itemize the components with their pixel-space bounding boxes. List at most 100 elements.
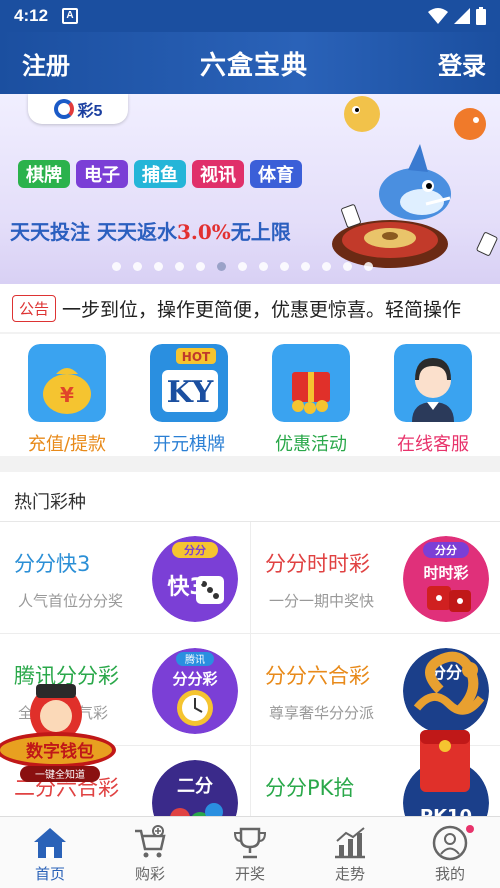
- game-desc: 人气首位分分奖: [18, 592, 124, 610]
- signal-icon: [454, 8, 470, 24]
- banner-dot[interactable]: [217, 262, 226, 271]
- tab-label: 我的: [434, 865, 465, 883]
- bottom-tab-bar: 首页 购彩 开奖 走势 我的: [0, 816, 500, 888]
- digital-wallet-float-icon[interactable]: 数字钱包 一键全知道: [0, 680, 138, 792]
- banner-tag: 视讯: [192, 160, 244, 188]
- svg-text:分分彩: 分分彩: [172, 670, 217, 688]
- red-packet-float-icon[interactable]: [400, 650, 500, 800]
- status-bar: 4:12 A: [0, 0, 500, 32]
- game-name: 分分六合彩: [265, 664, 370, 688]
- banner-dot[interactable]: [154, 262, 163, 271]
- notice-bar[interactable]: 公告 一步到位，操作更简便，优惠更惊喜。轻简操作: [0, 284, 500, 332]
- quick-link-deposit[interactable]: ¥ 充值/提款: [12, 344, 122, 456]
- home-icon: [34, 828, 66, 858]
- banner-dot[interactable]: [133, 262, 142, 271]
- tab-buy[interactable]: 购彩: [100, 817, 200, 888]
- promo-banner[interactable]: 彩5 棋牌 电子 捕鱼 视讯 体育 天天投注 天天返水3.0%无上限: [0, 94, 500, 284]
- svg-text:¥: ¥: [60, 383, 74, 407]
- money-bag-icon: ¥: [28, 344, 106, 422]
- user-icon: [432, 825, 468, 861]
- quick-link-promotions[interactable]: 优惠活动: [256, 344, 366, 456]
- svg-text:一键全知道: 一键全知道: [35, 768, 85, 781]
- notification-dot: [466, 825, 474, 833]
- alarm-clock-icon: 腾讯 分分彩: [152, 648, 238, 734]
- banner-tags: 棋牌 电子 捕鱼 视讯 体育: [18, 160, 302, 188]
- game-name: 分分PK拾: [265, 776, 355, 800]
- svg-text:HOT: HOT: [182, 350, 211, 364]
- banner-dot[interactable]: [364, 262, 373, 271]
- quick-link-support[interactable]: 在线客服: [378, 344, 488, 456]
- brand-logo: 彩5: [28, 94, 128, 124]
- game-fenfen-k3[interactable]: 分分快3 人气首位分分奖 分分 快3: [0, 522, 250, 634]
- page-title: 六盒宝典: [199, 50, 308, 81]
- quick-link-ky-chess[interactable]: HOT KY 开元棋牌: [134, 344, 244, 456]
- notification-a-icon: A: [62, 8, 79, 24]
- lottery-balls-icon: 二分: [152, 760, 238, 816]
- hot-games-header: 热门彩种: [0, 472, 500, 522]
- notice-badge: 公告: [12, 294, 57, 322]
- quick-link-label: 在线客服: [397, 434, 469, 455]
- quick-link-label: 开元棋牌: [153, 434, 225, 455]
- banner-dot[interactable]: [301, 262, 310, 271]
- svg-text:腾讯: 腾讯: [185, 653, 205, 666]
- app-header: 注册 六盒宝典 登录: [0, 32, 500, 94]
- quick-link-label: 优惠活动: [275, 434, 347, 455]
- shark-roulette-illustration: [332, 96, 498, 268]
- svg-text:KY: KY: [167, 375, 214, 410]
- game-desc: 尊享奢华分分派: [269, 704, 375, 722]
- banner-dot[interactable]: [322, 262, 331, 271]
- slogan-rate: 3.0%: [176, 220, 231, 244]
- svg-text:时时彩: 时时彩: [423, 564, 468, 582]
- slogan-c: 无上限: [230, 220, 291, 244]
- banner-pagination[interactable]: [112, 262, 373, 271]
- banner-dot[interactable]: [280, 262, 289, 271]
- status-time: 4:12: [14, 6, 49, 25]
- battery-icon: [476, 7, 486, 25]
- ssc-dice-icon: 分分 时时彩: [403, 536, 489, 622]
- tab-label: 首页: [34, 865, 65, 883]
- banner-tag: 体育: [250, 160, 302, 188]
- section-title: 热门彩种: [14, 492, 86, 513]
- tab-label: 购彩: [134, 865, 165, 883]
- banner-dot[interactable]: [112, 262, 121, 271]
- quick-links: ¥ 充值/提款 HOT KY 开元棋牌 优惠活动 在线客服: [0, 334, 500, 456]
- wifi-icon: [428, 8, 448, 24]
- game-name: 分分时时彩: [265, 552, 370, 576]
- tab-label: 走势: [334, 865, 365, 883]
- login-button[interactable]: 登录: [438, 46, 486, 81]
- notice-text: 一步到位，操作更简便，优惠更惊喜。轻简操作: [62, 298, 462, 321]
- svg-text:快3: 快3: [167, 575, 204, 600]
- svg-text:数字钱包: 数字钱包: [26, 741, 94, 762]
- banner-dot[interactable]: [196, 262, 205, 271]
- banner-dot[interactable]: [259, 262, 268, 271]
- slogan-a: 天天投注 天天返水: [10, 220, 177, 244]
- tab-label: 开奖: [234, 865, 265, 883]
- svg-text:PK10: PK10: [420, 806, 472, 816]
- banner-tag: 捕鱼: [134, 160, 186, 188]
- banner-tag: 棋牌: [18, 160, 70, 188]
- banner-dot[interactable]: [175, 262, 184, 271]
- chart-icon: [335, 827, 365, 859]
- banner-slogan: 天天投注 天天返水3.0%无上限: [10, 216, 291, 245]
- tab-draw[interactable]: 开奖: [200, 817, 300, 888]
- register-button[interactable]: 注册: [22, 46, 70, 81]
- support-agent-icon: [394, 344, 472, 422]
- logo-text: 彩5: [77, 103, 103, 120]
- game-name: 分分快3: [14, 552, 91, 576]
- gift-icon: [272, 344, 350, 422]
- trophy-icon: [233, 827, 267, 859]
- ky-hot-icon: HOT KY: [150, 344, 228, 422]
- tab-mine[interactable]: 我的: [400, 817, 500, 888]
- game-fenfen-ssc[interactable]: 分分时时彩 一分一期中奖快 分分 时时彩: [250, 522, 500, 634]
- logo-ring-icon: [53, 99, 74, 119]
- svg-text:分分: 分分: [184, 543, 206, 557]
- game-desc: 一分一期中奖快: [269, 592, 375, 610]
- svg-text:二分: 二分: [177, 776, 213, 797]
- banner-dot[interactable]: [238, 262, 247, 271]
- banner-dot[interactable]: [343, 262, 352, 271]
- tab-trend[interactable]: 走势: [300, 817, 400, 888]
- tab-home[interactable]: 首页: [0, 817, 100, 888]
- k3-dice-icon: 分分 快3: [152, 536, 238, 622]
- banner-tag: 电子: [76, 160, 128, 188]
- svg-text:分分: 分分: [435, 543, 457, 557]
